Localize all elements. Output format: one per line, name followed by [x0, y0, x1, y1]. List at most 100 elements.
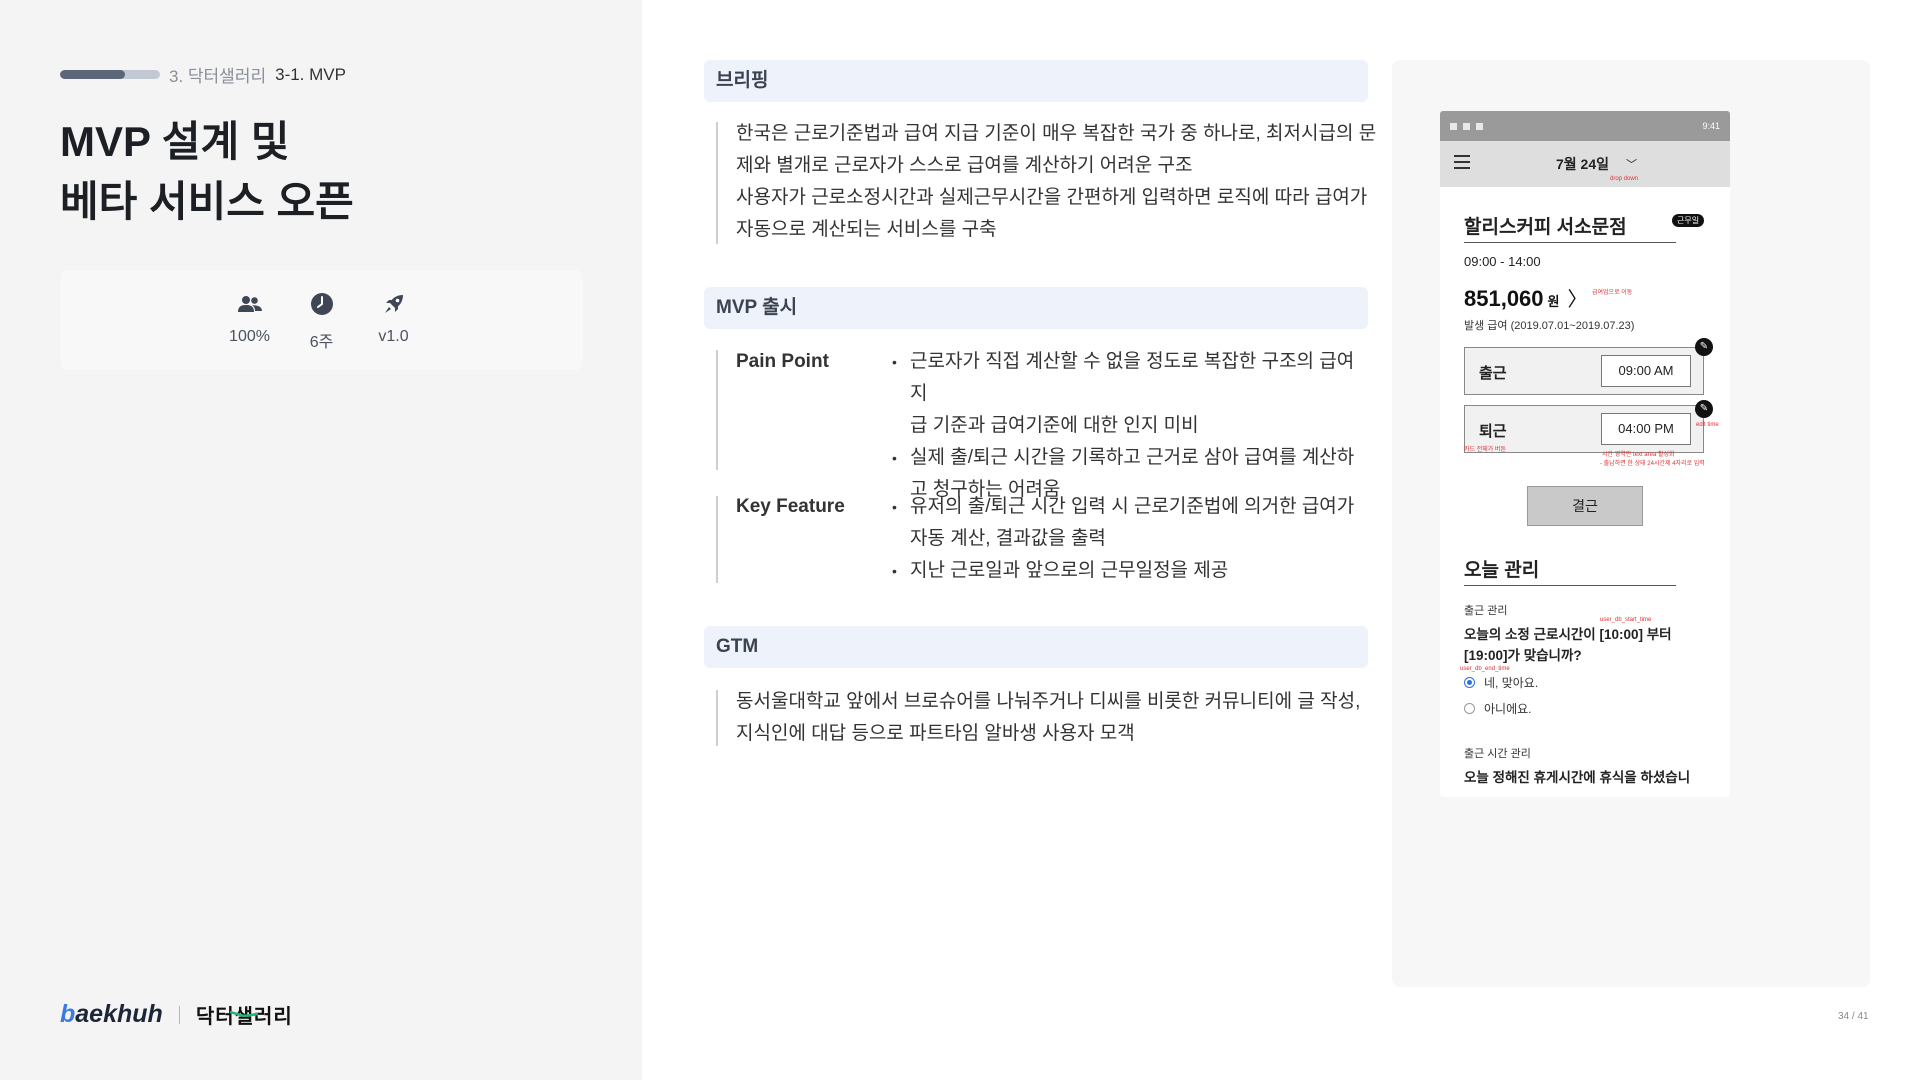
drsalary-logo-b: 샐러리	[234, 1006, 293, 1028]
footer-logos: baekhuh 닥터샐러리	[60, 1000, 293, 1029]
list-item: 지난 근로일과 앞으로의 근무일정을 제공	[890, 555, 1370, 587]
checkin-label: 출근 관리	[1464, 605, 1508, 617]
phone-mockup: 9:41 7월 24일 ﹀ drop down 할리스커피 서소문점 근무일 0…	[1440, 111, 1730, 797]
breadcrumb: 3. 닥터샐러리 3-1. MVP	[60, 62, 346, 87]
radio-no[interactable]: 아니에요.	[1464, 700, 1532, 717]
stats-card: 100% 6주 v1.0	[60, 270, 583, 370]
edit-icon[interactable]: ✎	[1695, 338, 1713, 356]
page-title: MVP 설계 및 베타 서비스 오픈	[60, 112, 354, 232]
briefing-line: 한국은 근로기준법과 급여 지급 기준이 매우 복잡한 국가 중 하나로, 최저…	[736, 123, 1377, 144]
phone-status-bar: 9:41	[1440, 111, 1730, 141]
stat-duration: 6주	[304, 290, 340, 370]
gtm-line: 지식인에 대답 등으로 파트타임 알바생 사용자 모객	[736, 723, 1135, 744]
baekhuh-logo-rest: aekhuh	[75, 1000, 163, 1028]
annotation-note: user_db_start_time	[1600, 617, 1652, 623]
stat-version-value: v1.0	[378, 328, 409, 345]
progress-fill	[60, 70, 125, 79]
annotation-note: - 출납하면 한 상태 24시간제 4자리로 입력	[1600, 461, 1705, 467]
briefing-text: 한국은 근로기준법과 급여 지급 기준이 매우 복잡한 국가 중 하나로, 최저…	[736, 118, 1376, 246]
workday-badge: 근무일	[1672, 214, 1705, 227]
stat-version: v1.0	[376, 290, 412, 370]
briefing-heading: 브리핑	[704, 60, 1368, 102]
left-panel: 3. 닥터샐러리 3-1. MVP MVP 설계 및 베타 서비스 오픈 100…	[0, 0, 642, 1080]
clock-in-label: 출근	[1479, 365, 1507, 382]
salary-amount[interactable]: 851,060 원 〉	[1464, 283, 1588, 312]
signal-icon	[1463, 122, 1470, 130]
page-title-line1: MVP 설계 및	[60, 118, 290, 165]
pain-point-list: 근로자가 직접 계산할 수 없을 정도로 복잡한 구조의 급여지급 기준과 급여…	[890, 346, 1370, 506]
gtm-line: 동서울대학교 앞에서 브로슈어를 나눠주거나 디씨를 비롯한 커뮤니티에 글 작…	[736, 691, 1361, 712]
status-icons	[1450, 122, 1483, 130]
status-time: 9:41	[1702, 121, 1720, 131]
swoosh-icon	[229, 1011, 258, 1017]
feature-bar	[716, 496, 718, 583]
briefing-line: 제와 별개로 근로자가 스스로 급여를 계산하기 어려운 구조	[736, 155, 1193, 176]
pain-point-label: Pain Point	[736, 351, 829, 372]
absent-button[interactable]: 결근	[1527, 486, 1643, 526]
manage-heading: 오늘 관리	[1464, 560, 1540, 581]
list-item-line: 유저의 출/퇴근 시간 입력 시 근로기준법에 의거한 급여가	[910, 496, 1355, 517]
briefing-bar	[716, 122, 718, 244]
progress-bar	[60, 70, 160, 79]
chevron-right-icon[interactable]: 〉	[1568, 289, 1588, 311]
question-line: [19:00]가 맞습니까?	[1464, 648, 1582, 663]
salary-currency: 원	[1547, 294, 1560, 309]
annotation-note: user_db_end_time	[1460, 666, 1510, 672]
battery-icon	[1476, 122, 1483, 130]
briefing-line: 사용자가 근로소정시간과 실제근무시간을 간편하게 입력하면 로직에 따라 급여…	[736, 187, 1368, 208]
breadcrumb-section: 3. 닥터샐러리	[169, 67, 267, 86]
annotation-note: edit time	[1696, 422, 1719, 428]
key-feature-label: Key Feature	[736, 496, 845, 517]
mockup-card: 9:41 7월 24일 ﹀ drop down 할리스커피 서소문점 근무일 0…	[1392, 60, 1870, 987]
clock-out-time-field[interactable]: 04:00 PM	[1601, 413, 1691, 445]
clock-in-card[interactable]: 출근 09:00 AM	[1464, 347, 1704, 395]
clock-out-label: 퇴근	[1479, 423, 1507, 440]
radio-yes[interactable]: 네, 맞아요.	[1464, 674, 1538, 691]
logo-divider	[178, 1005, 180, 1024]
team-icon	[237, 290, 263, 318]
clock-icon	[310, 290, 334, 318]
list-item-line: 급 기준과 급여기준에 대한 인지 미비	[910, 415, 1199, 436]
store-underline	[1464, 242, 1676, 243]
stat-team: 100%	[229, 290, 270, 370]
manage-underline	[1464, 585, 1676, 586]
list-item-line: 실제 출/퇴근 시간을 기록하고 근거로 삼아 급여를 계산하	[910, 447, 1355, 468]
page-title-line2: 베타 서비스 오픈	[60, 178, 354, 225]
annotation-note: 시간 영역만 text area 활성화	[1602, 452, 1675, 458]
drsalary-logo-a: 닥터	[195, 1006, 235, 1028]
mvp-heading: MVP 출시	[704, 287, 1368, 329]
gtm-heading: GTM	[704, 626, 1368, 668]
salary-period: 발생 급여 (2019.07.01~2019.07.23)	[1464, 320, 1635, 332]
hamburger-menu-icon[interactable]	[1454, 155, 1470, 173]
key-feature-list: 유저의 출/퇴근 시간 입력 시 근로기준법에 의거한 급여가자동 계산, 결과…	[890, 491, 1370, 587]
store-name: 할리스커피 서소문점	[1464, 217, 1627, 238]
salary-value: 851,060	[1464, 286, 1544, 311]
rocket-icon	[382, 290, 406, 318]
question-break: 오늘 정해진 휴게시간에 휴식을 하셨습니	[1464, 770, 1691, 785]
chevron-down-icon[interactable]: ﹀	[1626, 156, 1637, 172]
date-selector[interactable]: 7월 24일	[1556, 154, 1609, 174]
briefing-line: 자동으로 계산되는 서비스를 구축	[736, 219, 997, 240]
annotation-note: drop down	[1610, 176, 1639, 182]
phone-nav-bar: 7월 24일 ﹀ drop down	[1440, 141, 1730, 187]
gtm-bar	[716, 690, 718, 746]
stat-duration-value: 6주	[309, 334, 334, 351]
drsalary-logo: 닥터샐러리	[196, 1000, 293, 1029]
clock-in-time-field[interactable]: 09:00 AM	[1601, 355, 1691, 387]
edit-icon[interactable]: ✎	[1695, 400, 1713, 418]
list-item: 유저의 출/퇴근 시간 입력 시 근로기준법에 의거한 급여가자동 계산, 결과…	[890, 491, 1370, 555]
radio-empty-icon[interactable]	[1464, 703, 1475, 714]
question-line: 오늘의 소정 근로시간이 [10:00] 부터	[1464, 627, 1672, 642]
annotation-note: 급여업으로 이동	[1592, 290, 1633, 296]
radio-selected-icon[interactable]	[1464, 677, 1475, 688]
list-item-line: 근로자가 직접 계산할 수 없을 정도로 복잡한 구조의 급여지	[910, 351, 1355, 404]
wifi-icon	[1450, 122, 1457, 130]
gtm-text: 동서울대학교 앞에서 브로슈어를 나눠주거나 디씨를 비롯한 커뮤니티에 글 작…	[736, 686, 1360, 750]
stat-team-value: 100%	[229, 328, 270, 345]
radio-no-label: 아니에요.	[1484, 702, 1532, 716]
baekhuh-logo: baekhuh	[60, 1000, 163, 1029]
question-hours: 오늘의 소정 근로시간이 [10:00] 부터 [19:00]가 맞습니까?	[1464, 624, 1714, 666]
time-manage-label: 출근 시간 관리	[1464, 748, 1531, 760]
list-item-line: 지난 근로일과 앞으로의 근무일정을 제공	[910, 560, 1229, 581]
annotation-note: 카드 전체가 버튼	[1464, 447, 1506, 453]
